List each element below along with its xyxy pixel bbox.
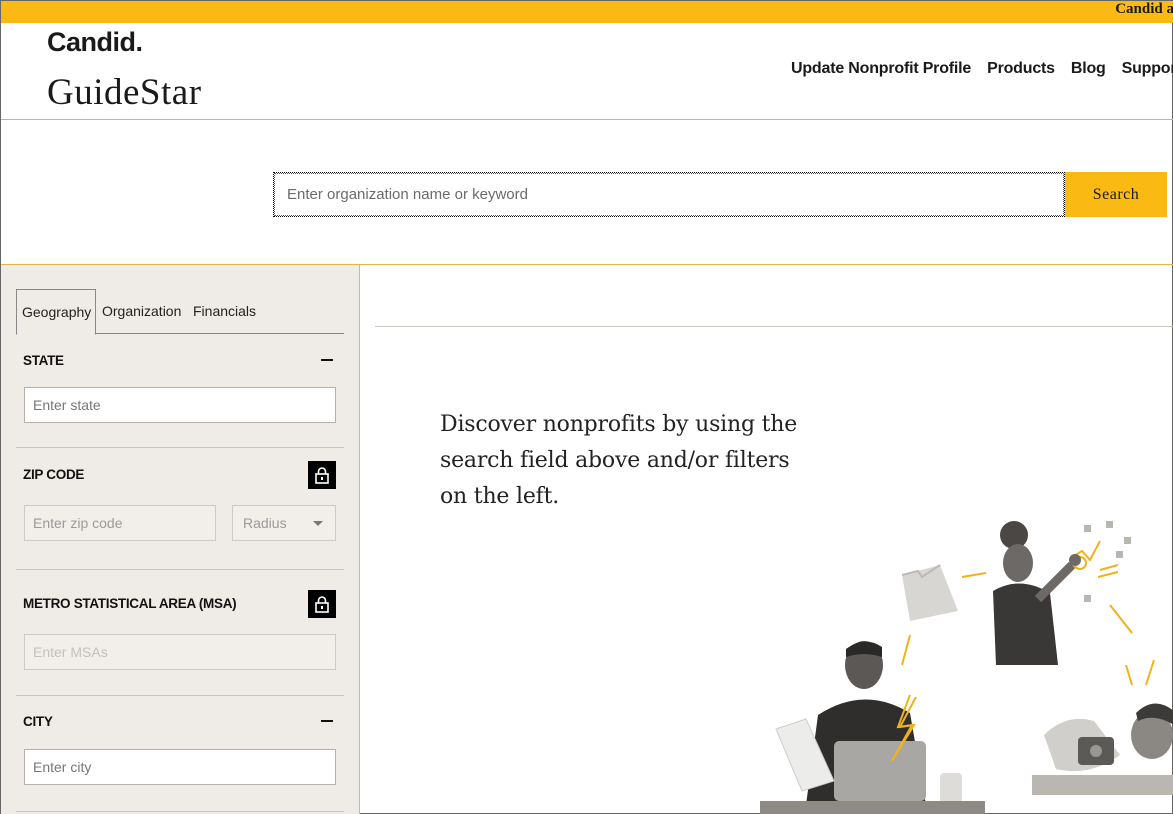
radius-select[interactable]: Radius (232, 505, 336, 541)
nav-update-nonprofit-profile[interactable]: Update Nonprofit Profile (791, 60, 971, 78)
zip-input[interactable] (24, 505, 216, 541)
search-band: Search (1, 120, 1173, 265)
tab-organization[interactable]: Organization (102, 289, 181, 334)
state-title: STATE (23, 353, 64, 368)
top-banner-text[interactable]: Candid a (1115, 1, 1173, 17)
folder-icon (901, 564, 958, 621)
state-section: STATE (16, 334, 344, 448)
tab-financials[interactable]: Financials (193, 289, 256, 334)
lock-icon[interactable] (308, 590, 336, 618)
divider (375, 326, 1173, 327)
tab-geography[interactable]: Geography (16, 289, 96, 335)
results-area: Discover nonprofits by using the search … (360, 265, 1173, 814)
radius-label: Radius (243, 515, 287, 531)
filter-tabs: Geography Organization Financials (16, 289, 344, 335)
msa-title: METRO STATISTICAL AREA (MSA) (23, 596, 237, 611)
man-figure (760, 641, 985, 814)
filter-sidebar: Geography Organization Financials STATE … (1, 265, 360, 814)
site-header: Candid. GuideStar Update Nonprofit Profi… (1, 23, 1173, 120)
search-input[interactable] (273, 172, 1065, 217)
guidestar-logo[interactable]: GuideStar (47, 71, 202, 114)
main-nav: Update Nonprofit Profile Products Blog S… (791, 60, 1173, 78)
nav-products[interactable]: Products (987, 60, 1055, 78)
msa-input[interactable] (24, 634, 336, 670)
msa-section: METRO STATISTICAL AREA (MSA) (16, 570, 344, 696)
city-title: CITY (23, 714, 53, 729)
city-input[interactable] (24, 749, 336, 785)
city-section: CITY (16, 696, 344, 812)
state-input[interactable] (24, 387, 336, 423)
search-button[interactable]: Search (1065, 172, 1167, 217)
child-figure (1032, 703, 1173, 795)
chevron-down-icon (313, 521, 323, 526)
lock-icon[interactable] (308, 461, 336, 489)
zip-title: ZIP CODE (23, 467, 85, 482)
candid-logo[interactable]: Candid. (47, 27, 143, 58)
nav-support[interactable]: Suppor (1122, 60, 1173, 78)
people-illustration (760, 521, 1173, 814)
empty-state-message: Discover nonprofits by using the search … (440, 412, 798, 509)
collapse-icon[interactable] (321, 359, 333, 361)
zip-section: ZIP CODE Radius (16, 448, 344, 570)
nav-blog[interactable]: Blog (1071, 60, 1106, 78)
top-banner: Candid a (1, 1, 1173, 23)
collapse-icon[interactable] (321, 720, 333, 722)
woman-figure (993, 521, 1081, 665)
